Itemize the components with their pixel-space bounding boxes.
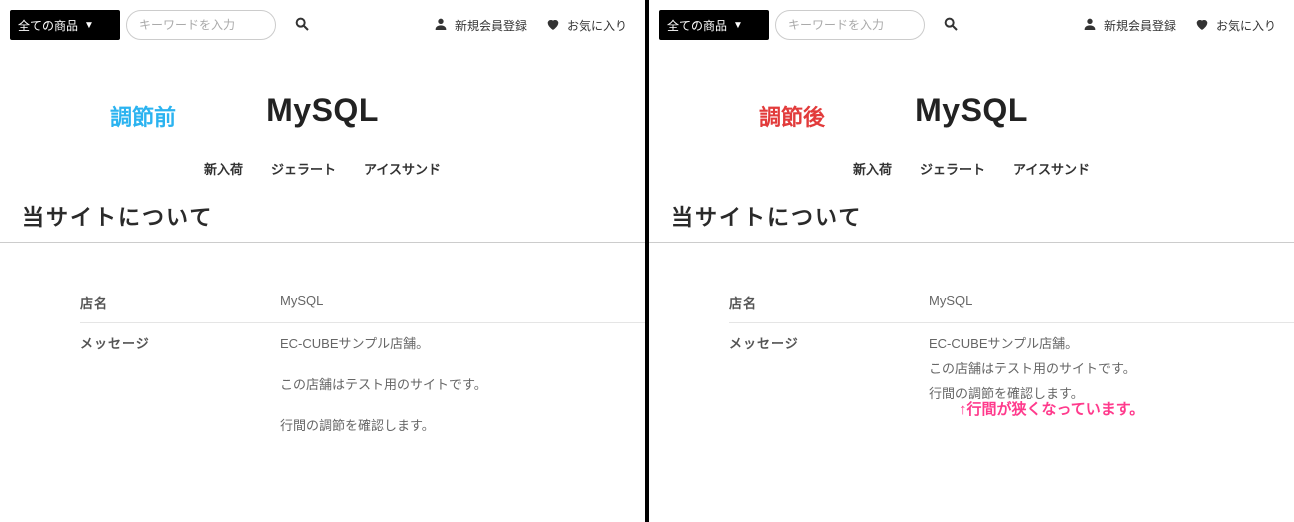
category-label: 全ての商品 — [18, 17, 78, 34]
shop-name-value: MySQL — [929, 293, 1294, 312]
message-value: EC-CUBEサンプル店舗。 この店舗はテスト用のサイトです。 行間の調節を確認… — [929, 333, 1294, 402]
message-line: この店舗はテスト用のサイトです。 — [280, 374, 645, 393]
shop-name-value: MySQL — [280, 293, 645, 312]
category-nav: 新入荷 ジェラート アイスサンド — [0, 159, 645, 178]
definition-list: 店名 MySQL メッセージ EC-CUBEサンプル店舗。 この店舗はテスト用の… — [80, 283, 645, 444]
favorites-link[interactable]: お気に入り — [1194, 16, 1276, 35]
favorites-label: お気に入り — [1216, 17, 1276, 34]
category-dropdown[interactable]: 全ての商品 ▼ — [659, 10, 769, 40]
topbar: 全ての商品 ▼ 新規会員登録 — [0, 0, 645, 42]
register-label: 新規会員登録 — [1104, 17, 1176, 34]
category-nav: 新入荷 ジェラート アイスサンド — [649, 159, 1294, 178]
brand-title: MySQL — [649, 92, 1294, 129]
category-label: 全ての商品 — [667, 17, 727, 34]
page-title: 当サイトについて — [22, 200, 645, 232]
annotation-before: 調節前 — [110, 100, 176, 132]
nav-item[interactable]: 新入荷 — [853, 159, 892, 178]
message-value: EC-CUBEサンプル店舗。 この店舗はテスト用のサイトです。 行間の調節を確認… — [280, 333, 645, 434]
favorites-label: お気に入り — [567, 17, 627, 34]
chevron-down-icon: ▼ — [84, 20, 94, 31]
message-line: EC-CUBEサンプル店舗。 — [280, 333, 645, 352]
message-line: 行間の調節を確認します。 — [280, 415, 645, 434]
user-icon — [1082, 16, 1098, 35]
shop-name-label: 店名 — [729, 293, 929, 312]
favorites-link[interactable]: お気に入り — [545, 16, 627, 35]
search-icon[interactable] — [294, 16, 310, 35]
divider-line — [0, 242, 645, 243]
message-line: この店舗はテスト用のサイトです。 — [929, 358, 1294, 377]
nav-item[interactable]: ジェラート — [920, 159, 985, 178]
heart-icon — [1194, 16, 1210, 35]
pane-before: 全ての商品 ▼ 新規会員登録 — [0, 0, 645, 522]
topbar-right: 新規会員登録 お気に入り — [1082, 16, 1284, 35]
category-dropdown[interactable]: 全ての商品 ▼ — [10, 10, 120, 40]
annotation-line-spacing: ↑行間が狭くなっています。 — [959, 398, 1144, 419]
brand-title: MySQL — [0, 92, 645, 129]
pane-after: 全ての商品 ▼ 新規会員登録 — [649, 0, 1294, 522]
page-title: 当サイトについて — [671, 200, 1294, 232]
search-input[interactable] — [788, 18, 943, 32]
message-label: メッセージ — [80, 333, 280, 434]
search-box — [126, 10, 276, 40]
shop-name-label: 店名 — [80, 293, 280, 312]
register-link[interactable]: 新規会員登録 — [1082, 16, 1176, 35]
definition-list: 店名 MySQL メッセージ EC-CUBEサンプル店舗。 この店舗はテスト用の… — [729, 283, 1294, 412]
search-icon[interactable] — [943, 16, 959, 35]
register-label: 新規会員登録 — [455, 17, 527, 34]
topbar-right: 新規会員登録 お気に入り — [433, 16, 635, 35]
table-row: メッセージ EC-CUBEサンプル店舗。 この店舗はテスト用のサイトです。 行間… — [80, 323, 645, 444]
divider-line — [649, 242, 1294, 243]
nav-item[interactable]: ジェラート — [271, 159, 336, 178]
message-line: EC-CUBEサンプル店舗。 — [929, 333, 1294, 352]
user-icon — [433, 16, 449, 35]
search-input[interactable] — [139, 18, 294, 32]
register-link[interactable]: 新規会員登録 — [433, 16, 527, 35]
table-row: 店名 MySQL — [80, 283, 645, 323]
nav-item[interactable]: アイスサンド — [1013, 159, 1090, 178]
nav-item[interactable]: アイスサンド — [364, 159, 441, 178]
table-row: 店名 MySQL — [729, 283, 1294, 323]
chevron-down-icon: ▼ — [733, 20, 743, 31]
nav-item[interactable]: 新入荷 — [204, 159, 243, 178]
comparison-container: 全ての商品 ▼ 新規会員登録 — [0, 0, 1294, 522]
topbar: 全ての商品 ▼ 新規会員登録 — [649, 0, 1294, 42]
search-box — [775, 10, 925, 40]
heart-icon — [545, 16, 561, 35]
annotation-after: 調節後 — [759, 100, 825, 132]
message-label: メッセージ — [729, 333, 929, 402]
